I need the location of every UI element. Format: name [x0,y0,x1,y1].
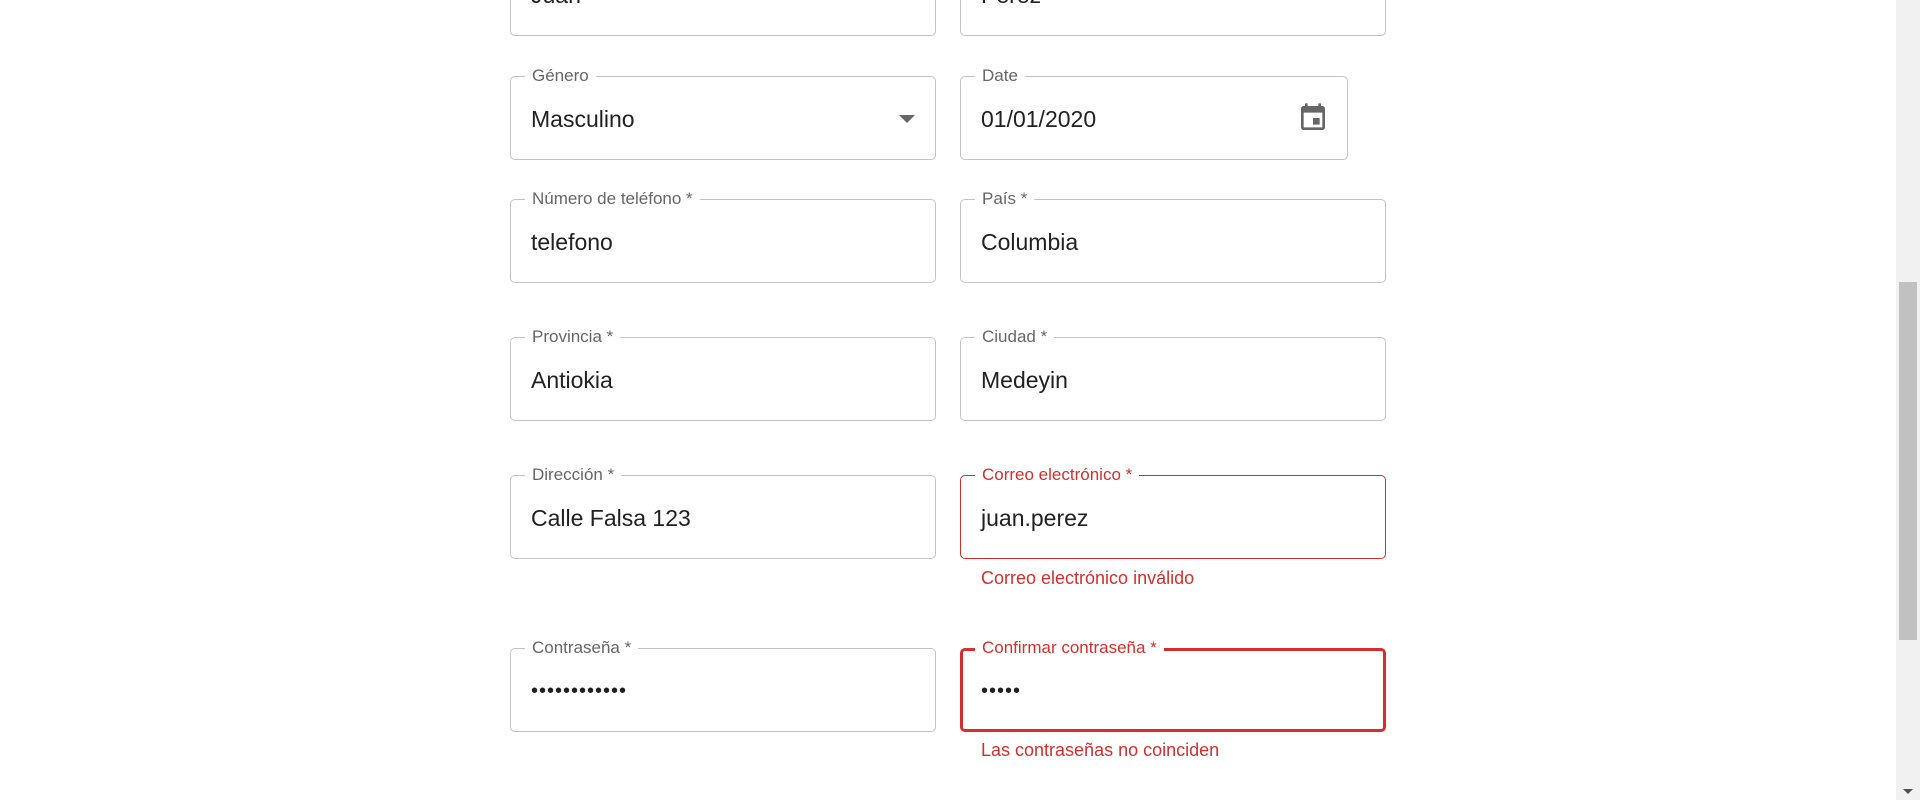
email-field[interactable]: Correo electrónico * juan.perez [960,465,1386,559]
address-value: Calle Falsa 123 [531,505,691,531]
phone-value: telefono [531,229,613,255]
city-field[interactable]: Ciudad * Medeyin [960,327,1386,421]
gender-label: Género [525,66,596,86]
province-field[interactable]: Provincia * Antiokia [510,327,936,421]
chevron-down-icon[interactable] [899,115,915,123]
scrollbar-thumb[interactable] [1899,282,1917,640]
date-field[interactable]: Date 01/01/2020 [960,66,1348,160]
scrollbar[interactable] [1896,0,1920,800]
calendar-icon[interactable] [1297,101,1329,135]
email-error-text: Correo electrónico inválido [981,568,1195,588]
form-viewport: Juan Perez Género Masculino Date 01/01/2… [0,0,1920,800]
phone-label: Número de teléfono * [525,189,700,209]
password-label: Contraseña * [525,638,639,658]
city-label: Ciudad * [975,327,1055,347]
gender-value: Masculino [531,106,635,132]
date-value: 01/01/2020 [981,106,1097,132]
address-field[interactable]: Dirección * Calle Falsa 123 [510,465,936,559]
gender-select[interactable]: Género Masculino [510,66,936,160]
country-label: País * [975,189,1035,209]
password-field[interactable]: Contraseña * •••••••••••• [510,638,936,732]
country-field[interactable]: País * Columbia [960,189,1386,283]
first-name-field[interactable]: Juan [510,0,936,36]
confirm-password-error-text: Las contraseñas no coinciden [981,740,1220,760]
last-name-field[interactable]: Perez [960,0,1386,36]
province-label: Provincia * [525,327,621,347]
province-value: Antiokia [531,367,613,393]
address-label: Dirección * [525,465,622,485]
confirm-password-field[interactable]: Confirmar contraseña * ••••• [960,638,1386,732]
phone-field[interactable]: Número de teléfono * telefono [510,189,936,283]
last-name-value: Perez [981,0,1041,9]
scroll-down-icon[interactable] [1903,789,1913,794]
first-name-value: Juan [531,0,581,9]
password-value: •••••••••••• [531,680,628,702]
country-value: Columbia [981,229,1079,255]
date-label: Date [975,66,1025,86]
email-label: Correo electrónico * [975,465,1140,485]
city-value: Medeyin [981,367,1068,393]
confirm-password-label: Confirmar contraseña * [975,638,1164,658]
email-value: juan.perez [981,505,1089,531]
confirm-password-value: ••••• [981,680,1022,702]
